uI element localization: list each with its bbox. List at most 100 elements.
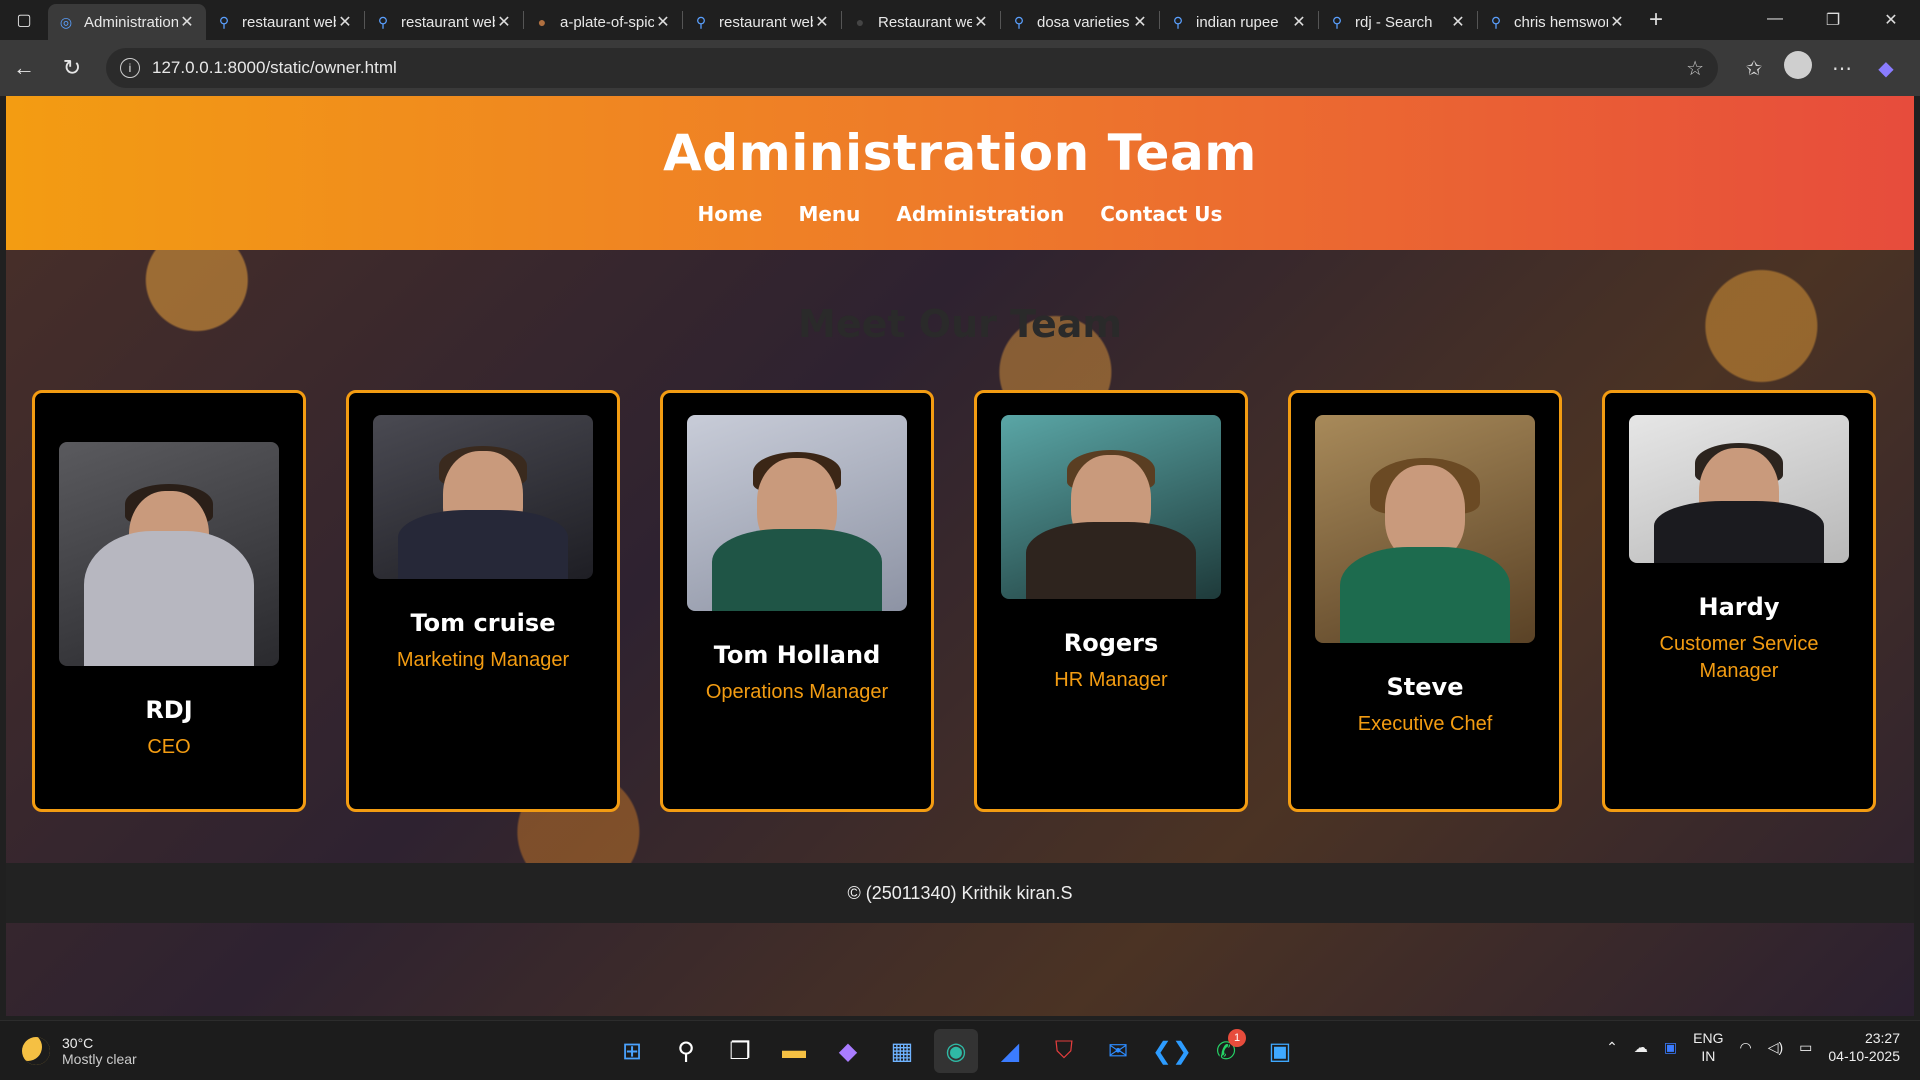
more-menu-icon[interactable]: ⋯ [1820, 56, 1864, 81]
search-icon: ⚲ [377, 13, 389, 30]
tab-3[interactable]: ● a-plate-of-spicy ✕ [524, 6, 682, 38]
battery-icon[interactable]: ▭ [1799, 1039, 1812, 1056]
tab-7[interactable]: ⚲ indian rupee ✕ [1160, 6, 1318, 38]
clock[interactable]: 23:27 04-10-2025 [1828, 1029, 1900, 1065]
tab-title: Administration Team [84, 13, 178, 31]
tab-1[interactable]: ⚲ restaurant website ✕ [206, 6, 364, 38]
language-indicator[interactable]: ENG IN [1693, 1029, 1723, 1065]
close-icon[interactable]: ✕ [495, 12, 513, 32]
tab-6[interactable]: ⚲ dosa varieties ✕ [1001, 6, 1159, 38]
info-icon[interactable]: i [120, 58, 140, 78]
file-explorer-icon[interactable]: ▬ [772, 1029, 816, 1073]
copilot-icon[interactable]: ◆ [826, 1029, 870, 1073]
search-icon: ⚲ [218, 13, 230, 30]
close-icon[interactable]: ✕ [1131, 12, 1149, 32]
taskbar-apps: ⊞ ⚲ ❐ ▬ ◆ ▦ ◉ ◢ ⛉ ✉ ❮❯ ✆ 1 ▣ [610, 1029, 1302, 1073]
member-role: Customer Service Manager [1659, 633, 1819, 682]
whatsapp-icon[interactable]: ✆ 1 [1204, 1029, 1248, 1073]
browser-toolbar: ✩ ⋯ ◆ [1732, 51, 1908, 85]
refresh-icon[interactable]: ↻ [48, 48, 96, 88]
nav-administration[interactable]: Administration [896, 202, 1064, 226]
member-photo [1315, 415, 1535, 643]
start-icon[interactable]: ⊞ [610, 1029, 654, 1073]
vscode-icon[interactable]: ❮❯ [1150, 1029, 1194, 1073]
tab-bar: ▢ ◎ Administration Team ✕ ⚲ restaurant w… [0, 0, 1920, 40]
close-icon[interactable]: ✕ [1449, 12, 1467, 32]
new-tab-icon[interactable]: + [1636, 6, 1676, 34]
close-icon[interactable]: ✕ [336, 12, 354, 32]
close-icon[interactable]: ✕ [1608, 12, 1626, 32]
member-photo [1629, 415, 1849, 563]
tab-8[interactable]: ⚲ rdj - Search ✕ [1319, 6, 1477, 38]
member-role: HR Manager [1054, 669, 1168, 691]
search-icon: ⚲ [1490, 13, 1502, 30]
site-footer: © (25011340) Krithik kiran.S [6, 863, 1914, 923]
tab-0[interactable]: ◎ Administration Team ✕ [48, 4, 206, 40]
tab-title: chris hemsworth [1514, 13, 1608, 31]
member-role: CEO [147, 735, 191, 758]
tab-5[interactable]: ● Restaurant website ✕ [842, 6, 1000, 38]
search-icon: ⚲ [695, 13, 707, 30]
mcafee-icon[interactable]: ⛉ [1042, 1029, 1086, 1073]
close-icon[interactable]: ✕ [972, 12, 990, 32]
member-photo [59, 441, 279, 666]
app-tray-icon[interactable]: ▣ [1664, 1039, 1677, 1056]
nav-home[interactable]: Home [698, 202, 763, 226]
tab-title: Restaurant website [878, 13, 972, 31]
notification-badge: 1 [1228, 1029, 1246, 1047]
team-card-steve: Steve Executive Chef [1288, 390, 1562, 812]
photos-icon[interactable]: ▣ [1258, 1029, 1302, 1073]
favorite-star-icon[interactable]: ☆ [1686, 56, 1704, 81]
tab-4[interactable]: ⚲ restaurant website ✕ [683, 6, 841, 38]
tab-title: rdj - Search [1355, 13, 1433, 31]
chevron-up-icon[interactable]: ⌃ [1606, 1039, 1618, 1056]
task-view-icon[interactable]: ❐ [718, 1029, 762, 1073]
member-name: Tom Holland [713, 641, 881, 669]
close-icon[interactable]: ✕ [178, 12, 196, 32]
weather-widget[interactable]: 30°C Mostly clear [22, 1035, 137, 1067]
region-code: IN [1701, 1048, 1716, 1065]
nav-contact-us[interactable]: Contact Us [1100, 202, 1222, 226]
member-photo [373, 415, 593, 579]
url-field[interactable]: i 127.0.0.1:8000/static/owner.html ☆ [106, 48, 1718, 88]
taskbar: 30°C Mostly clear ⊞ ⚲ ❐ ▬ ◆ ▦ ◉ ◢ ⛉ ✉ ❮❯… [0, 1020, 1920, 1080]
editor-icon[interactable]: ◢ [988, 1029, 1032, 1073]
close-icon[interactable]: ✕ [813, 12, 831, 32]
nav-menu[interactable]: Menu [798, 202, 860, 226]
onedrive-icon[interactable]: ☁ [1634, 1039, 1648, 1056]
close-icon[interactable]: ✕ [1290, 12, 1308, 32]
member-name: Tom cruise [410, 609, 556, 637]
search-icon[interactable]: ⚲ [664, 1029, 708, 1073]
lang-code: ENG [1693, 1030, 1724, 1046]
minimize-icon[interactable]: — [1746, 10, 1804, 30]
tab-title: restaurant website [719, 13, 813, 31]
restore-icon[interactable]: ❐ [1804, 10, 1862, 30]
close-window-icon[interactable]: ✕ [1862, 10, 1920, 30]
tab-2[interactable]: ⚲ restaurant website ✕ [365, 6, 523, 38]
close-icon[interactable]: ✕ [654, 12, 672, 32]
favorites-icon[interactable]: ✩ [1732, 56, 1776, 81]
tab-9[interactable]: ⚲ chris hemsworth ✕ [1478, 6, 1636, 38]
member-name: Hardy [1698, 593, 1780, 621]
volume-icon[interactable]: ◁) [1768, 1039, 1783, 1056]
copilot-icon[interactable]: ◆ [1864, 56, 1908, 81]
system-tray: ⌃ ☁ ▣ ENG IN ◠ ◁) ▭ 23:27 04-10-2025 [1606, 1029, 1900, 1065]
url-text[interactable]: 127.0.0.1:8000/static/owner.html [152, 58, 1686, 78]
member-name: Rogers [1063, 629, 1159, 657]
member-name: RDJ [145, 695, 193, 724]
member-photo [1001, 415, 1221, 599]
edge-icon[interactable]: ◉ [934, 1029, 978, 1073]
tab-actions-icon[interactable]: ▢ [0, 0, 48, 40]
back-icon[interactable]: ← [0, 48, 48, 88]
tab-title: restaurant website [401, 13, 495, 31]
outlook-icon[interactable]: ✉ [1096, 1029, 1140, 1073]
profile-avatar[interactable] [1776, 51, 1820, 85]
date: 04-10-2025 [1828, 1048, 1900, 1065]
wifi-icon[interactable]: ◠ [1739, 1039, 1751, 1056]
team-card-tom-holland: Tom Holland Operations Manager [660, 390, 934, 812]
tab-title: a-plate-of-spicy [560, 13, 654, 31]
store-icon[interactable]: ▦ [880, 1029, 924, 1073]
address-bar: ← ↻ i 127.0.0.1:8000/static/owner.html ☆… [0, 40, 1920, 96]
team-card-tom-cruise: Tom cruise Marketing Manager [346, 390, 620, 812]
team-card-rogers: Rogers HR Manager [974, 390, 1248, 812]
